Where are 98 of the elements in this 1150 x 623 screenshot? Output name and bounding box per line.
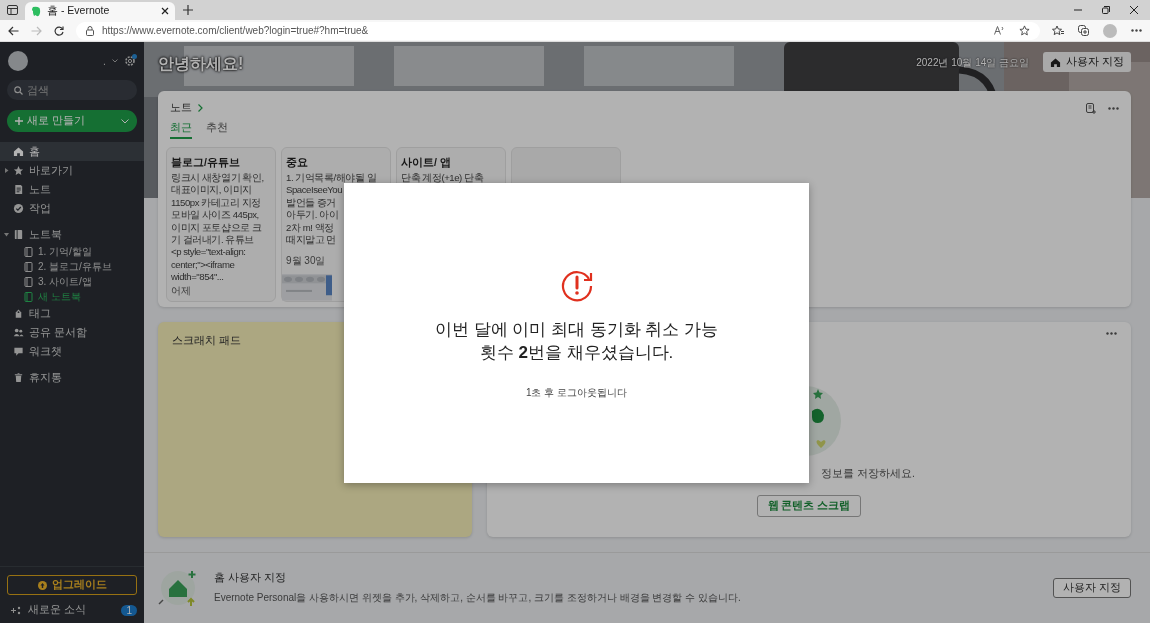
empty-state-text: 정보를 저장하세요. [821, 467, 915, 481]
notebook-icon [24, 261, 33, 272]
trash-icon [13, 372, 24, 383]
note-snippet: 링크시 새창열기 확인, [171, 172, 265, 185]
notebook-icon [24, 276, 33, 287]
restore-icon[interactable] [1102, 6, 1110, 14]
notebook-icon [13, 229, 24, 240]
greeting: 안녕하세요! [158, 54, 244, 74]
note-snippet: center;"><iframe [171, 258, 236, 272]
caret-down-icon[interactable] [4, 232, 9, 237]
notebook-icon [24, 246, 33, 257]
tab[interactable]: 추천 [206, 121, 228, 139]
tab-actions-icon[interactable] [7, 5, 18, 15]
new-button[interactable]: 새로 만들기 [7, 110, 137, 132]
check-circle-icon [13, 203, 24, 214]
refresh-icon[interactable] [54, 25, 64, 36]
notebook-icon [24, 291, 33, 302]
back-icon[interactable] [8, 25, 19, 36]
plus-icon [15, 117, 23, 125]
widget-title: 스크래치 패드 [172, 334, 242, 348]
home-icon [1050, 56, 1062, 68]
sparkle-icon [11, 605, 22, 615]
caret-right-icon[interactable] [4, 168, 9, 173]
chevron-right-icon[interactable] [198, 104, 203, 112]
note-title: 사이트/ 앱 [401, 156, 452, 170]
note-snippet: 2차 m! 액정 [286, 221, 335, 235]
collections-icon[interactable] [1078, 25, 1089, 36]
upgrade-button[interactable]: 업그레이드 [7, 575, 137, 595]
note-snippet: 대표이미지, 이미지 [171, 184, 253, 197]
count-badge: 1 [121, 604, 137, 616]
sync-warning-icon [559, 268, 594, 302]
home-icon [13, 146, 24, 157]
star-add-icon[interactable] [1019, 25, 1030, 36]
lock-icon [86, 25, 94, 36]
note-snippet: 단축 계정(+1e) 단축 [401, 172, 485, 185]
read-aloud-icon[interactable] [994, 26, 1005, 35]
note-snippet: SpaceIseeYou [286, 184, 344, 197]
account-name[interactable]: . [103, 55, 106, 67]
chevron-down-icon[interactable] [112, 59, 118, 63]
people-icon [13, 327, 24, 338]
note-snippet: width="854"... [171, 271, 225, 284]
customize-title: 홈 사용자 지정 [214, 571, 287, 585]
more-icon[interactable] [1131, 29, 1142, 32]
note-date: 어제 [171, 283, 192, 298]
sidebar-item[interactable]: 작업 [0, 199, 144, 218]
more-icon[interactable] [1106, 332, 1117, 335]
note-snippet: 기 걸러내기. 유튜브 [171, 234, 256, 247]
close-icon[interactable] [161, 7, 169, 15]
notebook-item[interactable]: 2. 블로그/유튜브 [0, 259, 144, 274]
clip-button[interactable]: 웹 콘텐츠 스크랩 [756, 495, 862, 517]
note-snippet: 아두기. 아이 [286, 209, 340, 222]
sidebar-item[interactable]: 태그 [0, 304, 144, 323]
customize-description: Evernote Personal을 사용하시면 위젯을 추가, 삭제하고, 순서를 바꾸고, 크기를 조정하거나 배경을 변경할 수 있습니다. [214, 591, 741, 605]
more-icon[interactable] [1108, 106, 1119, 110]
note-date: 9월 30일 [286, 254, 327, 269]
browser-tab[interactable]: 홈 - Evernote [25, 2, 175, 20]
note-icon [13, 184, 24, 195]
note-snippet: <p style="text-align: [171, 246, 247, 259]
news-item[interactable]: 새로운 소식 1 [7, 603, 137, 617]
note-snippet: 때지말고 먼 [286, 234, 337, 247]
sidebar-item[interactable]: 노트북 [0, 225, 144, 244]
notebook-item[interactable]: 1. 기억/할일 [0, 244, 144, 259]
close-icon[interactable] [1130, 6, 1138, 14]
search-field[interactable]: 검색 [7, 80, 137, 100]
chat-icon [13, 346, 24, 357]
logout-notice: 1초 후 로그아웃됩니다 [525, 386, 628, 400]
sidebar-item[interactable]: 휴지통 [0, 368, 144, 387]
widget-title[interactable]: 노트 [170, 101, 192, 115]
star-icon [13, 165, 24, 176]
settings-icon[interactable] [124, 55, 136, 67]
address-bar[interactable]: https://www.evernote.com/client/web?login=true#?hm=true& [76, 21, 1040, 40]
sidebar-item[interactable]: 홈 [0, 142, 144, 161]
new-tab-icon[interactable] [183, 5, 193, 15]
favorites-icon[interactable] [1052, 25, 1064, 36]
note-card[interactable]: 블로그/유튜브 링크시 새창열기 확인, 대표이미지, 이미지 1150px 카테고리 지정 모바일 사이즈 445px, 이미지 포토샵으로 크 기 걸러내기. 유튜브 <p style="text-align: center;"><iframe width="854"... 어제 [166, 147, 276, 302]
avatar[interactable] [8, 51, 28, 71]
note-snippet: 모바일 사이즈 445px, [171, 209, 260, 222]
sidebar-item[interactable]: 워크챗 [0, 342, 144, 361]
chevron-down-icon [121, 118, 129, 124]
sidebar-item[interactable]: 노트 [0, 180, 144, 199]
customize-button[interactable]: 사용자 지정 [1043, 52, 1131, 72]
note-snippet: 1150px 카테고리 지정 [171, 196, 262, 210]
note-snippet: 발언들 증거 [286, 196, 337, 210]
upgrade-icon [37, 580, 47, 590]
tag-icon [13, 308, 24, 319]
sidebar-item[interactable]: 바로가기 [0, 161, 144, 180]
note-title: 중요 [286, 156, 309, 170]
note-title: 블로그/유튜브 [171, 156, 241, 170]
note-snippet: 이미지 포토샵으로 크 [171, 221, 263, 235]
notebook-item[interactable]: 3. 사이트/앱 [0, 274, 144, 289]
sidebar-item[interactable]: 공유 문서함 [0, 323, 144, 342]
customize-button[interactable]: 사용자 지정 [1053, 578, 1131, 598]
note-snippet: 1. 기억목록/해야될 일 [286, 172, 378, 185]
notebook-item[interactable]: 새 노트북 [0, 289, 144, 304]
notification-dot [132, 54, 137, 59]
tab[interactable]: 최근 [170, 121, 192, 139]
minimize-icon[interactable] [1074, 6, 1082, 14]
new-note-icon[interactable] [1086, 102, 1096, 114]
